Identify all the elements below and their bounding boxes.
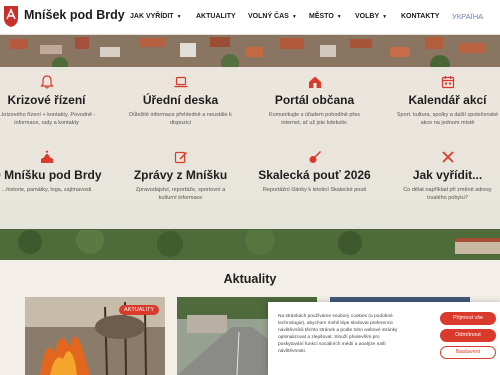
nav-ukrajina[interactable]: УКРАЇНА [452,12,483,21]
tile-jak-vyridit[interactable]: Jak vyřídit... Co dělat například při zm… [385,150,500,202]
tile-description: ...krizového řízení + kontakty, Povodně … [0,112,96,126]
chevron-down-icon: ▼ [176,14,182,20]
tools-icon [441,151,454,163]
tile-title: Krizové řízení [7,93,86,107]
news-section-title: Aktuality [223,272,277,286]
tile-krizove-rizeni[interactable]: Krizové řízení ...krizového řízení + kon… [0,75,109,127]
site-header: Mníšek pod Brdy JAK VYŘÍDIT ▼ AKTUALITY V… [0,0,500,35]
town-trees-photo [0,230,500,260]
tile-portal-obcana[interactable]: Portál občana Komunikujte s úřadem pohod… [252,75,377,127]
pen-icon [174,151,187,164]
tile-skalecka-pout[interactable]: Skalecká pouť 2026 Reportážní články k l… [252,150,377,194]
house-icon [308,76,321,88]
tile-title: Jak vyřídit... [412,168,483,182]
church-icon [40,150,53,163]
tile-kalendar-akci[interactable]: Kalendář akcí Sport, kultura, spolky a d… [385,75,500,127]
tile-description: ...historie, památky, loga, zajímavosti [1,187,92,193]
bell-icon [39,75,54,89]
tile-title: Skalecká pouť 2026 [258,168,371,182]
tile-description: Reportážní články k letošní Skalecké pou… [262,187,367,193]
laptop-icon [174,76,187,88]
nav-aktuality[interactable]: AKTUALITY [196,13,236,20]
tile-description: Zpravodajství, reportáže, sportovní a ku… [135,187,226,201]
nav-jak-vyridit[interactable]: JAK VYŘÍDIT ▼ [130,13,182,20]
tile-title: Úřední deska [142,93,219,107]
city-crest-logo[interactable] [3,4,19,28]
news-badge: AKTUALITY [119,305,159,315]
cookie-settings-button[interactable]: Nastavení [440,346,496,359]
nav-volny-cas[interactable]: VOLNÝ ČAS ▼ [248,13,297,20]
tile-description: Komunikujte s úřadem pohodlně přes inter… [268,112,361,126]
tile-title: Portál občana [274,93,355,107]
chevron-down-icon: ▼ [291,14,297,20]
guitar-icon [309,150,321,163]
calendar-icon [441,76,454,89]
reject-button[interactable]: Odmítnout [440,329,496,342]
cookie-consent-banner: Na stránkách používáme soubory cookies (… [268,302,500,375]
tile-title: Zprávy z Mníšku [133,168,228,182]
news-card[interactable]: AKTUALITY [25,297,165,375]
tile-description: Sport, kultura, spolky a další společens… [396,112,499,126]
tile-description: Co dělat například při změně adresy trva… [403,187,492,201]
chevron-down-icon: ▼ [382,14,388,20]
accept-all-button[interactable]: Přijmout vše [440,312,496,325]
site-brand[interactable]: Mníšek pod Brdy [24,8,125,22]
tile-zpravy-z-mnisku[interactable]: Zprávy z Mníšku Zpravodajství, reportáže… [118,150,243,202]
tile-uredni-deska[interactable]: Úřední deska Důležité informace přehledn… [118,75,243,127]
tile-title: Kalendář akcí [408,93,487,107]
nav-volby[interactable]: VOLBY ▼ [355,13,387,20]
tile-title: O Mníšku pod Brdy [0,168,102,182]
cookie-text: Na stránkách používáme soubory cookies (… [278,314,398,354]
tile-o-mnisku[interactable]: O Mníšku pod Brdy ...historie, památky, … [0,150,109,194]
hero-banner: Krizové řízení ...krizového řízení + kon… [0,35,500,260]
tile-description: Důležité informace přehledně a neustále … [129,112,232,126]
nav-kontakty[interactable]: KONTAKTY [401,13,439,20]
chevron-down-icon: ▼ [336,14,342,20]
nav-mesto[interactable]: MĚSTO ▼ [309,13,342,20]
